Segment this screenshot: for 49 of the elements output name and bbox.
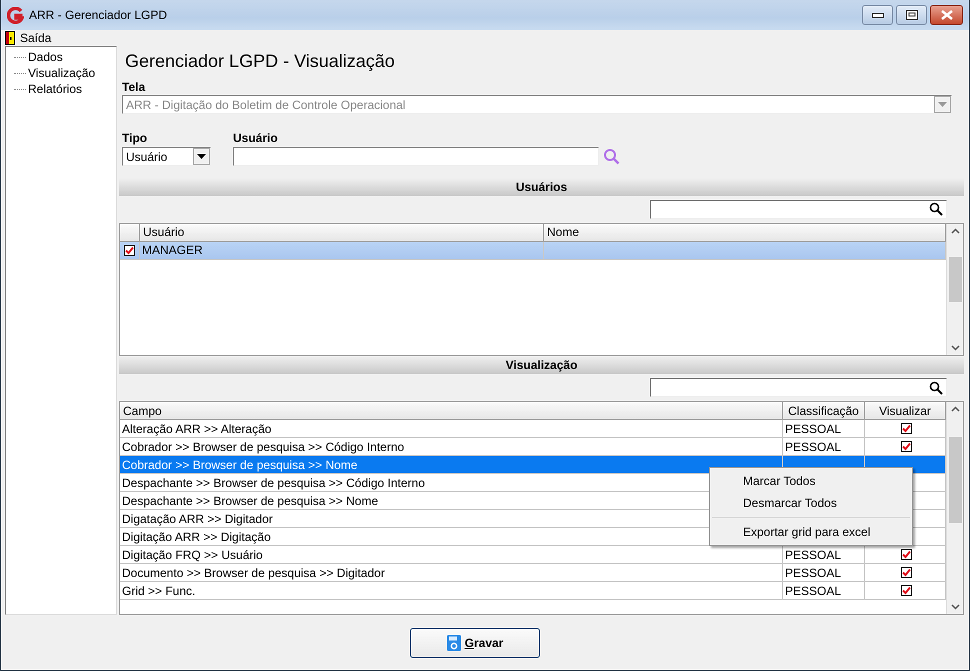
maximize-icon	[906, 10, 918, 20]
search-field[interactable]	[650, 200, 947, 219]
table-cell: PESSOAL	[785, 548, 842, 562]
field-label: Tela	[122, 80, 146, 94]
search-field[interactable]	[650, 378, 947, 398]
section-header: Visualização	[119, 356, 964, 374]
table-cell: PESSOAL	[785, 566, 842, 580]
checkbox[interactable]	[900, 567, 912, 578]
window-title: ARR - Gerenciador LGPD	[29, 8, 168, 22]
caret-icon	[938, 102, 947, 107]
checkbox[interactable]	[900, 585, 912, 596]
column-header[interactable]: Classificação	[783, 402, 865, 420]
maximize-button[interactable]	[896, 5, 927, 25]
checkbox[interactable]	[900, 549, 912, 560]
scrollbar[interactable]	[946, 224, 963, 356]
page-heading: Gerenciador LGPD - Visualização	[125, 50, 396, 73]
menu-item[interactable]: Saída	[5, 31, 52, 45]
tree-item[interactable]: Dados	[28, 50, 63, 64]
section-header: Usuários	[119, 178, 964, 196]
table-cell: PESSOAL	[785, 440, 842, 454]
caret-icon	[197, 154, 206, 159]
logo-icon	[7, 6, 24, 24]
table-cell: PESSOAL	[785, 584, 842, 598]
close-button[interactable]	[930, 5, 963, 25]
save-button[interactable]: Gravar	[410, 628, 540, 658]
minimize-button[interactable]	[862, 5, 893, 25]
exit-door-icon	[5, 31, 15, 45]
field-label: Usuário	[233, 131, 279, 145]
close-icon	[940, 10, 952, 20]
table-cell: PESSOAL	[785, 422, 842, 436]
scrollbar[interactable]	[946, 402, 963, 614]
checkbox[interactable]	[900, 423, 912, 434]
minimize-icon	[872, 12, 884, 18]
table-cell: Documento >> Browser de pesquisa >> Digitador	[120, 564, 783, 582]
search-icon[interactable]	[929, 380, 943, 395]
search-icon[interactable]	[929, 202, 943, 216]
checkbox[interactable]	[900, 441, 912, 452]
table-cell: MANAGER	[140, 242, 544, 259]
column-header[interactable]: Usuário	[140, 224, 544, 241]
table-cell: Grid >> Func.	[120, 582, 783, 600]
tree-item[interactable]: Relatórios	[28, 82, 82, 96]
user-field[interactable]	[233, 147, 599, 166]
type-dropdown[interactable]: Usuário	[122, 147, 211, 166]
field-label: Tipo	[122, 131, 148, 145]
tree-item[interactable]: Visualização	[28, 66, 96, 80]
checkbox[interactable]	[124, 244, 135, 256]
table-cell: Alteração ARR >> Alteração	[120, 420, 783, 438]
table-cell: Cobrador >> Browser de pesquisa >> Código Interno	[120, 438, 783, 456]
column-header[interactable]: Campo	[120, 402, 783, 420]
